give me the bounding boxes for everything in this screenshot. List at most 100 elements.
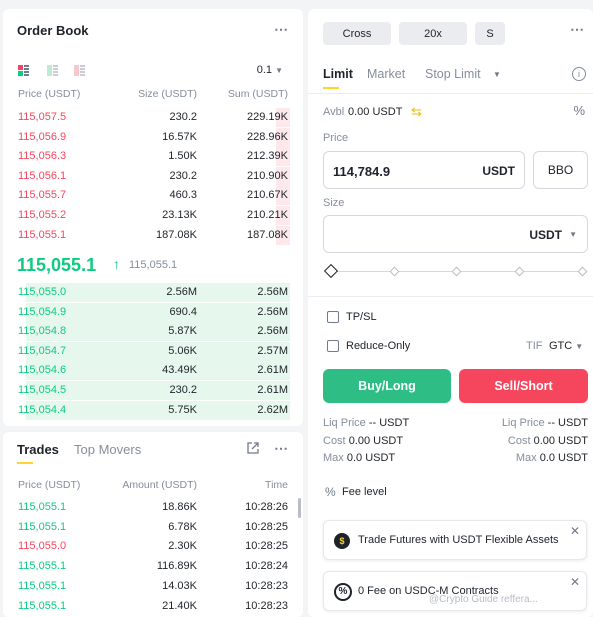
calculator-icon[interactable]: % bbox=[573, 103, 585, 118]
trade-row: 115,055.1 21.40K 10:28:23 bbox=[3, 597, 303, 617]
view-both-icon[interactable] bbox=[18, 65, 29, 76]
tpsl-checkbox[interactable] bbox=[327, 311, 339, 323]
sum-cell: 2.56M bbox=[257, 286, 288, 298]
view-asks-icon[interactable] bbox=[74, 65, 85, 76]
close-icon[interactable]: ✕ bbox=[570, 575, 580, 589]
trades-time-header: Time bbox=[265, 479, 288, 491]
liq-label: Liq Price bbox=[501, 417, 545, 429]
bid-row[interactable]: 115,054.7 5.06K 2.57M bbox=[3, 341, 303, 362]
chevron-down-icon: ▼ bbox=[575, 342, 584, 351]
size-cell: 16.57K bbox=[162, 130, 197, 143]
trade-amount: 6.78K bbox=[168, 520, 197, 533]
price-cell: 115,056.1 bbox=[18, 169, 67, 182]
sum-cell: 229.19K bbox=[247, 111, 288, 123]
tab-top-movers[interactable]: Top Movers bbox=[74, 442, 141, 457]
sum-cell: 210.90K bbox=[247, 169, 288, 182]
slider-mark-50[interactable] bbox=[451, 266, 462, 277]
price-input[interactable]: 114,784.9 USDT bbox=[323, 151, 525, 189]
fee-level-link[interactable]: Fee level bbox=[342, 486, 387, 498]
tif-select[interactable]: GTC ▼ bbox=[549, 340, 583, 352]
mark-price: 115,055.1 bbox=[129, 259, 178, 271]
buy-max: Max 0.0 USDT bbox=[323, 452, 395, 464]
tab-limit[interactable]: Limit bbox=[323, 67, 353, 81]
size-cell: 5.06K bbox=[168, 344, 197, 357]
order-book-title: Order Book bbox=[17, 23, 89, 38]
price-cell: 115,055.0 bbox=[18, 286, 67, 298]
order-form-panel: Cross 20x S ⋯ Limit Market Stop Limit ▼ … bbox=[308, 9, 593, 617]
tab-underline bbox=[17, 462, 33, 464]
order-book-more-icon[interactable]: ⋯ bbox=[274, 21, 289, 38]
coin-icon: $ bbox=[334, 533, 350, 549]
tpsl-label: TP/SL bbox=[346, 311, 377, 323]
ask-row[interactable]: 115,057.5 230.2 229.19K bbox=[3, 108, 303, 128]
chevron-down-icon[interactable]: ▼ bbox=[493, 70, 501, 79]
promo-card-flexible[interactable]: $ Trade Futures with USDT Flexible Asset… bbox=[323, 520, 587, 560]
tab-underline bbox=[323, 87, 339, 89]
ask-row[interactable]: 115,056.3 1.50K 212.39K bbox=[3, 147, 303, 167]
trades-more-icon[interactable]: ⋯ bbox=[274, 440, 289, 457]
ask-row[interactable]: 115,055.7 460.3 210.67K bbox=[3, 186, 303, 206]
precision-value: 0.1 bbox=[256, 64, 273, 76]
price-cell: 115,054.5 bbox=[18, 384, 67, 396]
sell-short-button[interactable]: Sell/Short bbox=[459, 369, 588, 403]
ask-row[interactable]: 115,056.1 230.2 210.90K bbox=[3, 166, 303, 187]
size-cell: 2.56M bbox=[166, 286, 197, 298]
view-bids-icon[interactable] bbox=[47, 65, 58, 76]
cost-value: 0.00 USDT bbox=[533, 435, 588, 447]
bid-row[interactable]: 115,054.6 43.49K 2.61M bbox=[3, 361, 303, 381]
bid-row[interactable]: 115,054.9 690.4 2.56M bbox=[3, 302, 303, 323]
last-price[interactable]: 115,055.1 bbox=[17, 255, 96, 276]
ask-row[interactable]: 115,056.9 16.57K 228.96K bbox=[3, 127, 303, 148]
bid-row[interactable]: 115,055.0 2.56M 2.56M bbox=[3, 283, 303, 303]
size-cell: 690.4 bbox=[169, 305, 197, 318]
size-input[interactable]: USDT ▼ bbox=[323, 215, 588, 253]
trade-price: 115,055.1 bbox=[18, 599, 67, 612]
sum-cell: 2.61M bbox=[257, 384, 288, 396]
trade-row: 115,055.0 2.30K 10:28:25 bbox=[3, 537, 303, 557]
info-icon[interactable]: i bbox=[572, 67, 586, 81]
bid-row[interactable]: 115,054.8 5.87K 2.56M bbox=[3, 322, 303, 342]
chevron-down-icon[interactable]: ▼ bbox=[569, 230, 577, 239]
trade-row: 115,055.1 6.78K 10:28:25 bbox=[3, 518, 303, 538]
reduce-only-checkbox[interactable] bbox=[327, 340, 339, 352]
tab-stop-limit[interactable]: Stop Limit bbox=[425, 67, 481, 81]
buy-long-button[interactable]: Buy/Long bbox=[323, 369, 451, 403]
price-value: 114,784.9 bbox=[333, 164, 391, 179]
liq-value: -- USDT bbox=[368, 417, 410, 429]
trades-scrollbar[interactable] bbox=[298, 498, 301, 518]
sum-cell: 2.61M bbox=[257, 364, 288, 377]
bid-row[interactable]: 115,054.4 5.75K 2.62M bbox=[3, 400, 303, 421]
precision-select[interactable]: 0.1 ▼ bbox=[257, 64, 283, 76]
promo-card-usdc[interactable]: % 0 Fee on USDC-M Contracts ✕ @Crypto Gu… bbox=[323, 571, 587, 611]
popout-icon[interactable] bbox=[246, 441, 260, 458]
bbo-button[interactable]: BBO bbox=[533, 151, 588, 189]
trade-time: 10:28:25 bbox=[245, 520, 288, 533]
transfer-icon[interactable]: ⇆ bbox=[411, 104, 422, 120]
liq-value: -- USDT bbox=[547, 417, 588, 429]
leverage-button[interactable]: 20x bbox=[399, 22, 467, 45]
sum-cell: 212.39K bbox=[247, 150, 288, 163]
percent-badge-icon: % bbox=[334, 583, 352, 601]
trade-time: 10:28:23 bbox=[245, 579, 288, 592]
asset-mode-button[interactable]: S bbox=[475, 22, 505, 45]
slider-mark-75[interactable] bbox=[514, 266, 525, 277]
slider-mark-100[interactable] bbox=[577, 266, 588, 277]
trade-amount: 2.30K bbox=[168, 540, 197, 553]
size-cell: 23.13K bbox=[162, 209, 197, 221]
trades-price-header: Price (USDT) bbox=[18, 479, 81, 491]
size-cell: 230.2 bbox=[169, 384, 197, 396]
slider-mark-25[interactable] bbox=[389, 266, 400, 277]
ask-row[interactable]: 115,055.2 23.13K 210.21K bbox=[3, 206, 303, 226]
tab-market[interactable]: Market bbox=[367, 67, 405, 81]
trade-amount: 21.40K bbox=[162, 599, 197, 612]
close-icon[interactable]: ✕ bbox=[570, 524, 580, 538]
tab-trades[interactable]: Trades bbox=[17, 442, 59, 457]
form-more-icon[interactable]: ⋯ bbox=[570, 21, 585, 38]
size-slider-handle[interactable] bbox=[323, 263, 339, 279]
margin-mode-button[interactable]: Cross bbox=[323, 22, 391, 45]
price-cell: 115,054.8 bbox=[18, 325, 67, 338]
ask-row[interactable]: 115,055.1 187.08K 187.08K bbox=[3, 225, 303, 246]
bid-row[interactable]: 115,054.5 230.2 2.61M bbox=[3, 381, 303, 401]
price-cell: 115,056.9 bbox=[18, 130, 67, 143]
tif-label: TIF bbox=[526, 340, 543, 352]
